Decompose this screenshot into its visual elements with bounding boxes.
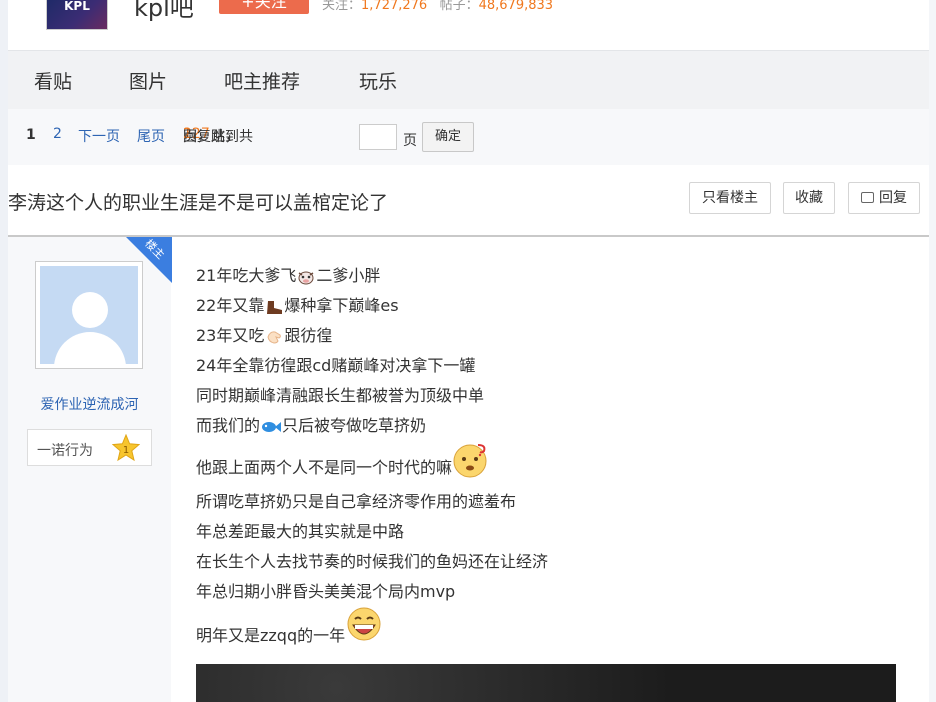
confirm-jump-button[interactable]: 确定 [422,122,474,152]
post-line: 24年全靠彷徨跟cd赌巅峰对决拿下一罐 [196,356,476,375]
forum-logo[interactable]: KPL [46,0,108,30]
jump-page-input[interactable] [359,124,397,150]
forum-stats: 关注：1,727,276 帖子：48,679,833 [322,0,554,13]
post-line: 明年又是zzqq的一年 [196,607,916,653]
pager: 1 2 下一页 尾页 127 回复贴，共 2 页，跳到 页 确定 [8,109,936,166]
thread-page: KPL kpl吧 +关注 关注：1,727,276 帖子：48,679,833 … [8,0,936,702]
post-line: 年总归期小胖昏头美美混个局内mvp [196,582,456,601]
post-line: 21年吃大爹飞 二爹小胖 [196,266,381,285]
fish-emoji-icon [262,421,282,432]
svg-text:1: 1 [123,445,129,456]
tab-recommended[interactable]: 吧主推荐 [224,67,300,94]
post-line: 所谓吃草挤奶只是自己拿经济零作用的遮羞布 [196,492,517,511]
post-line: 而我们的 只后被夸做吃草挤奶 [196,416,427,435]
favorite-button[interactable]: 收藏 [783,182,835,214]
laughing-face-emoji-icon [347,607,381,641]
only-op-button[interactable]: 只看楼主 [689,182,771,214]
post-floor-1: 楼主 爱作业逆流成河 一诺行为 1 21年吃大爹飞 二爹小胖 22年又靠 爆种拿下巅… [8,237,936,702]
follow-button[interactable]: +关注 [219,0,309,14]
forum-name[interactable]: kpl吧 [134,0,194,23]
post-line: 他跟上面两个人不是同一个时代的嘛 [196,441,916,487]
username-link[interactable]: 爱作业逆流成河 [8,394,171,414]
tab-posts[interactable]: 看贴 [34,67,72,94]
level-star-icon: 1 [112,434,140,462]
posts-count: 48,679,833 [478,0,554,13]
boot-emoji-icon [267,300,283,314]
page-2-link[interactable]: 2 [53,126,62,142]
followers-count: 1,727,276 [361,0,428,13]
post-line: 在长生个人去找节奏的时候我们的鱼妈还在让经济 [196,552,549,571]
post-content: 21年吃大爹飞 二爹小胖 22年又靠 爆种拿下巅峰es 23年又吃 跟彷徨 24年全靠… [196,261,916,653]
hand-emoji-icon [267,330,282,344]
post-image[interactable] [196,664,896,702]
level-name: 一诺行为 [37,443,93,459]
page-unit-label: 页 [403,133,417,149]
forum-nav: 看贴 图片 吧主推荐 玩乐 [8,50,936,110]
level-badge[interactable]: 一诺行为 1 [27,429,152,466]
post-line: 年总差距最大的其实就是中路 [196,522,405,541]
author-panel: 楼主 爱作业逆流成河 一诺行为 1 [8,237,172,702]
confused-face-emoji-icon [453,444,487,478]
scrollbar[interactable] [929,0,936,702]
forum-header: KPL kpl吧 +关注 关注：1,727,276 帖子：48,679,833 [8,0,936,50]
post-line: 23年又吃 跟彷徨 [196,326,333,345]
post-line: 22年又靠 爆种拿下巅峰es [196,296,399,315]
avatar[interactable] [35,261,143,369]
comment-icon [861,192,874,203]
thread-title-bar: 李涛这个人的职业生涯是不是可以盖棺定论了 只看楼主 收藏 回复 [8,165,936,237]
post-line: 同时期巅峰清融跟长生都被誉为顶级中单 [196,386,485,405]
next-page-link[interactable]: 下一页 [78,126,120,146]
thread-title: 李涛这个人的职业生涯是不是可以盖棺定论了 [8,192,389,214]
cow-emoji-icon [298,271,314,284]
tab-fun[interactable]: 玩乐 [359,67,397,94]
tab-images[interactable]: 图片 [129,67,167,94]
reply-button[interactable]: 回复 [848,182,920,214]
last-page-link[interactable]: 尾页 [137,126,165,146]
page-current: 1 [26,127,36,143]
